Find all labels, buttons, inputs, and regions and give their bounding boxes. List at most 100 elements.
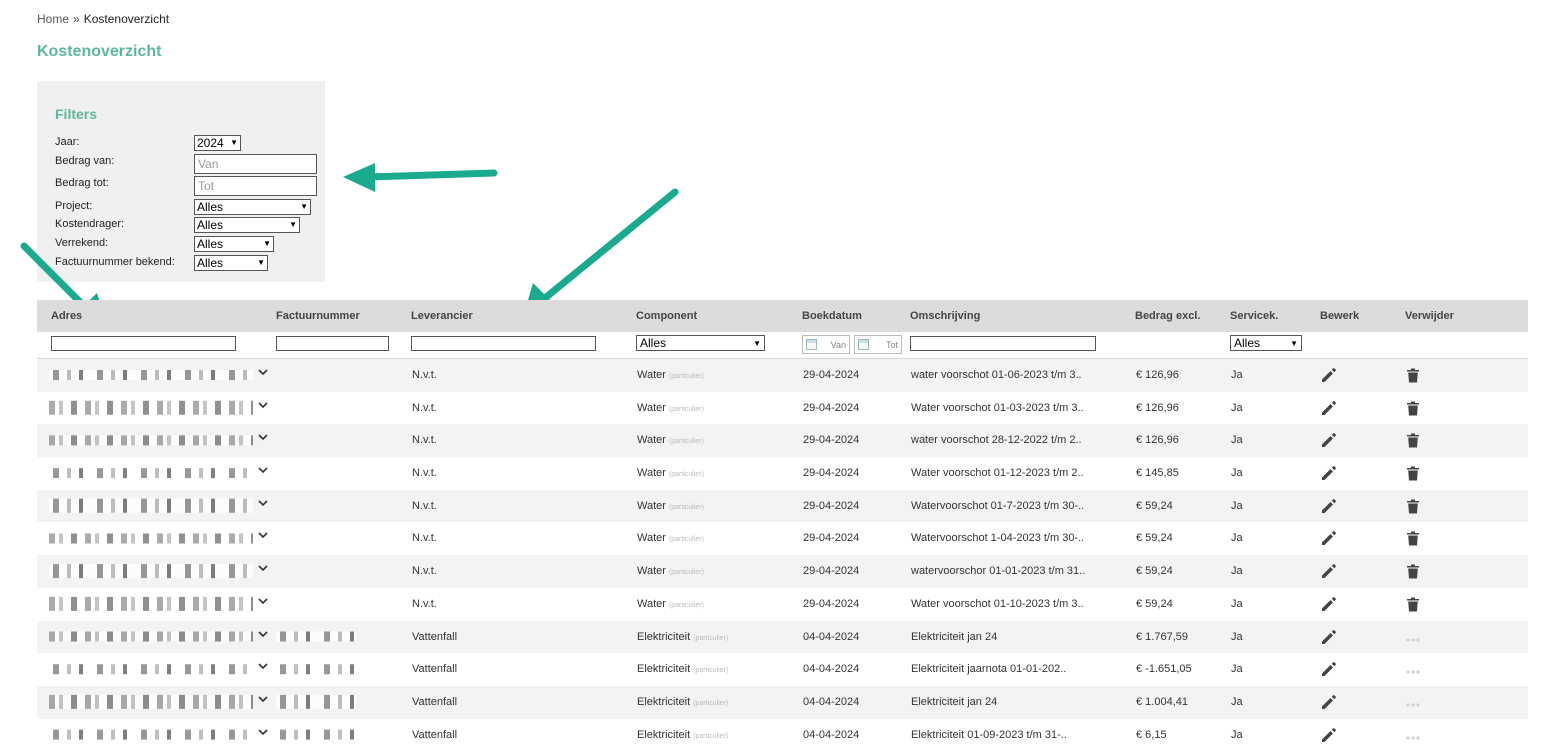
trash-icon[interactable] [1404, 497, 1422, 515]
omschrijving-filter-input[interactable] [910, 336, 1096, 351]
kostendrager-label: Kostendrager: [55, 218, 125, 230]
table-row[interactable]: N.v.t. Water (particulier) 29-04-2024 Wat… [37, 392, 1528, 425]
bedrag-tot-input[interactable] [194, 176, 317, 196]
table-row[interactable]: N.v.t. Water (particulier) 29-04-2024 wat… [37, 555, 1528, 588]
kostendrager-select[interactable]: Alles ▼ [194, 217, 300, 233]
trash-icon[interactable] [1404, 529, 1422, 547]
servicek-filter-select[interactable]: Alles ▼ [1230, 335, 1302, 351]
cell-leverancier: Vattenfall [412, 630, 458, 643]
header-boekdatum[interactable]: Boekdatum [802, 310, 862, 322]
table-row[interactable]: Vattenfall Elektriciteit (particulier) 04… [37, 653, 1528, 686]
chevron-down-icon[interactable] [258, 596, 268, 606]
factuurnummer-bekend-select[interactable]: Alles ▼ [194, 255, 268, 271]
table-row[interactable]: Vattenfall Elektriciteit (particulier) 04… [37, 719, 1528, 752]
pencil-icon[interactable] [1320, 431, 1338, 449]
cell-component: Water (particulier) [637, 369, 704, 381]
header-leverancier[interactable]: Leverancier [411, 310, 473, 322]
table-row[interactable]: Vattenfall Elektriciteit (particulier) 04… [37, 620, 1528, 654]
cell-servicek: Ja [1231, 434, 1243, 447]
table-row[interactable]: N.v.t. Water (particulier) 29-04-2024 wat… [37, 359, 1528, 392]
cell-boekdatum: 04-04-2024 [803, 630, 860, 643]
cell-bedrag: € 126,96 [1136, 401, 1179, 414]
header-bedrag[interactable]: Bedrag excl. [1135, 310, 1200, 322]
trash-icon[interactable] [1404, 464, 1422, 482]
trash-icon[interactable] [1404, 595, 1422, 613]
cell-boekdatum: 04-04-2024 [803, 728, 860, 741]
pencil-icon[interactable] [1320, 595, 1338, 613]
cell-component: Elektriciteit (particulier) [637, 631, 728, 643]
component-tag: (particulier) [668, 405, 704, 413]
chevron-down-icon[interactable] [258, 661, 268, 671]
component-name: Water [637, 499, 666, 512]
component-tag: (particulier) [693, 667, 729, 675]
chevron-down-icon[interactable] [258, 530, 268, 540]
adres-filter-input[interactable] [51, 336, 236, 351]
verrekend-select[interactable]: Alles ▼ [194, 236, 274, 252]
cell-servicek: Ja [1231, 663, 1243, 676]
cell-omschrijving: Elektriciteit jan 24 [911, 630, 998, 643]
table-row[interactable]: N.v.t. Water (particulier) 29-04-2024 Wat… [37, 457, 1528, 490]
date-from-input[interactable]: Van [802, 335, 850, 354]
cell-omschrijving: Watervoorschot 01-7-2023 t/m 30-.. [911, 499, 1085, 512]
trash-icon[interactable] [1404, 366, 1422, 384]
cell-omschrijving: Water voorschot 01-03-2023 t/m 3.. [911, 401, 1084, 414]
chevron-down-icon[interactable] [258, 563, 268, 573]
leverancier-filter-input[interactable] [411, 336, 596, 351]
pencil-icon[interactable] [1320, 529, 1338, 547]
chevron-down-icon[interactable] [258, 727, 268, 737]
component-name: Water [637, 434, 666, 447]
cell-leverancier: N.v.t. [412, 369, 437, 381]
component-name: Water [637, 565, 666, 578]
cell-bedrag: € 1.767,59 [1136, 630, 1188, 643]
factuurnummer-filter-input[interactable] [276, 336, 389, 351]
chevron-down-icon[interactable] [258, 432, 268, 442]
pencil-icon[interactable] [1320, 399, 1338, 417]
pencil-icon[interactable] [1320, 726, 1338, 744]
breadcrumb: Home » Kostenoverzicht [37, 12, 169, 26]
calendar-icon [806, 339, 817, 350]
project-select[interactable]: Alles ▼ [194, 199, 311, 215]
pencil-icon[interactable] [1320, 366, 1338, 384]
more-dots-icon [1406, 637, 1420, 642]
component-filter-select[interactable]: Alles ▼ [636, 335, 765, 351]
cell-bedrag: € 59,24 [1136, 597, 1173, 610]
component-name: Water [637, 467, 666, 480]
pencil-icon[interactable] [1320, 497, 1338, 515]
component-name: Elektriciteit [637, 728, 691, 741]
table-row[interactable]: N.v.t. Water (particulier) 29-04-2024 Wat… [37, 522, 1528, 555]
arrow-to-leverancier [523, 188, 679, 317]
chevron-down-icon[interactable] [258, 498, 268, 508]
component-tag: (particulier) [668, 438, 704, 446]
header-component[interactable]: Component [636, 310, 697, 322]
trash-icon[interactable] [1404, 562, 1422, 580]
pencil-icon[interactable] [1320, 464, 1338, 482]
pencil-icon[interactable] [1320, 660, 1338, 678]
bedrag-van-input[interactable] [194, 154, 317, 174]
breadcrumb-home-link[interactable]: Home [37, 12, 69, 26]
table-row[interactable]: N.v.t. Water (particulier) 29-04-2024 wat… [37, 424, 1528, 458]
date-to-input[interactable]: Tot [854, 335, 902, 354]
header-factuurnummer[interactable]: Factuurnummer [276, 310, 360, 322]
cell-boekdatum: 29-04-2024 [803, 434, 860, 447]
cell-servicek: Ja [1231, 369, 1243, 381]
table-row[interactable]: N.v.t. Water (particulier) 29-04-2024 Wat… [37, 588, 1528, 621]
pencil-icon[interactable] [1320, 562, 1338, 580]
header-omschrijving[interactable]: Omschrijving [910, 310, 980, 322]
trash-icon[interactable] [1404, 399, 1422, 417]
pencil-icon[interactable] [1320, 628, 1338, 646]
table-row[interactable]: Vattenfall Elektriciteit (particulier) 04… [37, 685, 1528, 719]
trash-icon[interactable] [1404, 431, 1422, 449]
chevron-down-icon[interactable] [258, 367, 268, 377]
cell-omschrijving: Watervoorschot 1-04-2023 t/m 30-.. [911, 532, 1085, 545]
table-row[interactable]: N.v.t. Water (particulier) 29-04-2024 Wat… [37, 489, 1528, 523]
pencil-icon[interactable] [1320, 693, 1338, 711]
cell-boekdatum: 04-04-2024 [803, 695, 860, 708]
jaar-select[interactable]: 2024 ▼ [194, 135, 241, 151]
chevron-down-icon[interactable] [258, 465, 268, 475]
chevron-down-icon[interactable] [258, 694, 268, 704]
chevron-down-icon[interactable] [258, 400, 268, 410]
header-adres[interactable]: Adres [51, 310, 82, 322]
chevron-down-icon[interactable] [258, 629, 268, 639]
header-servicek[interactable]: Servicek. [1230, 310, 1278, 322]
component-name: Elektriciteit [637, 663, 691, 676]
